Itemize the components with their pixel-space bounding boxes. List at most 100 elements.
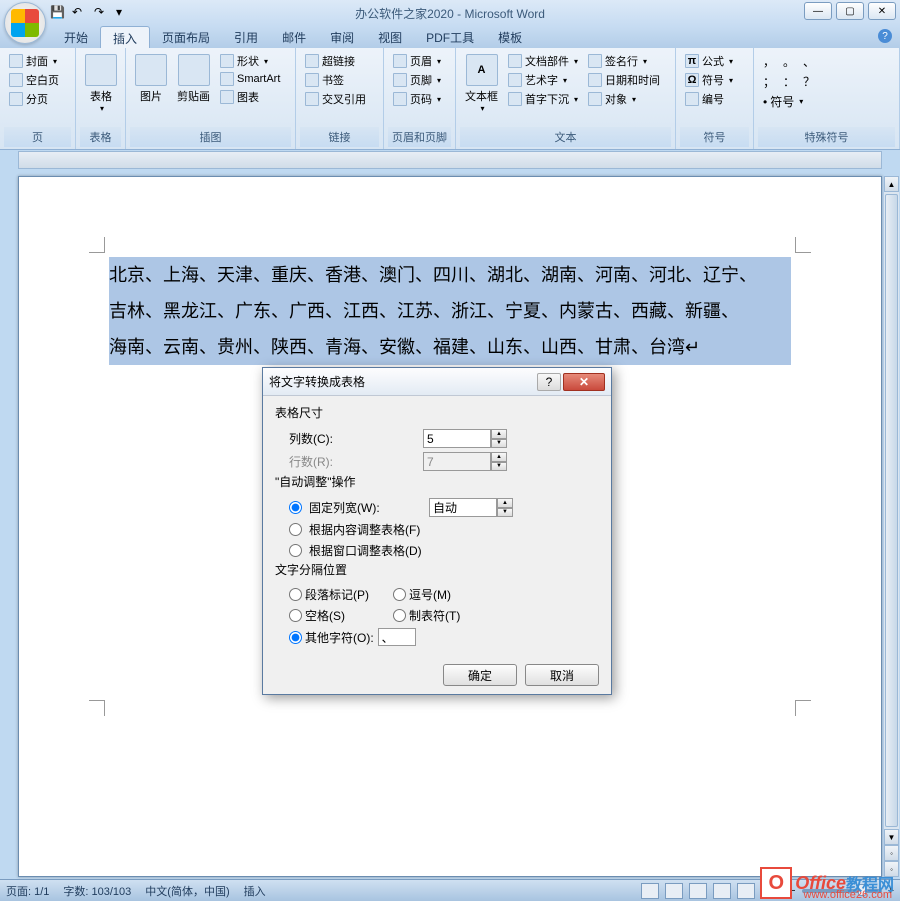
vertical-scrollbar[interactable]: ▲ ▼ ◦ ◦ bbox=[883, 176, 899, 877]
spin-up-icon[interactable]: ▲ bbox=[491, 429, 507, 439]
header-button[interactable]: 页眉▾ bbox=[390, 52, 444, 70]
smartart-icon bbox=[220, 72, 234, 86]
margin-corner-icon bbox=[795, 700, 811, 716]
tab-template[interactable]: 模板 bbox=[486, 26, 534, 48]
help-icon[interactable]: ? bbox=[878, 29, 892, 43]
table-icon bbox=[85, 54, 117, 86]
columns-input[interactable] bbox=[423, 429, 491, 448]
chart-button[interactable]: 图表 bbox=[217, 88, 283, 106]
fit-content-radio[interactable] bbox=[289, 523, 302, 536]
quickparts-icon bbox=[508, 54, 522, 68]
cover-page-button[interactable]: 封面▾ bbox=[6, 52, 62, 70]
sep-space-radio[interactable] bbox=[289, 609, 302, 622]
dialog-help-button[interactable]: ? bbox=[537, 373, 561, 391]
tab-view[interactable]: 视图 bbox=[366, 26, 414, 48]
tab-insert[interactable]: 插入 bbox=[100, 26, 150, 48]
maximize-button[interactable]: ▢ bbox=[836, 2, 864, 20]
sigline-button[interactable]: 签名行▾ bbox=[585, 52, 663, 70]
cover-page-icon bbox=[9, 54, 23, 68]
symbol-button[interactable]: Ω符号▾ bbox=[682, 71, 736, 89]
save-icon[interactable]: 💾 bbox=[50, 5, 66, 21]
tab-home[interactable]: 开始 bbox=[52, 26, 100, 48]
picture-button[interactable]: 图片 bbox=[132, 52, 170, 106]
print-layout-view-icon[interactable] bbox=[641, 883, 659, 899]
special-symbol-button[interactable]: • 符号▾ bbox=[760, 92, 818, 111]
footer-button[interactable]: 页脚▾ bbox=[390, 71, 444, 89]
wordart-button[interactable]: 艺术字▾ bbox=[505, 71, 581, 89]
prev-page-icon[interactable]: ◦ bbox=[884, 845, 899, 861]
dropcap-icon bbox=[508, 92, 522, 106]
fixed-width-radio[interactable] bbox=[289, 501, 302, 514]
word-count-status[interactable]: 字数: 103/103 bbox=[63, 883, 131, 899]
fullscreen-view-icon[interactable] bbox=[665, 883, 683, 899]
selected-text[interactable]: 北京、上海、天津、重庆、香港、澳门、四川、湖北、湖南、河南、河北、辽宁、 吉林、… bbox=[109, 257, 791, 365]
draft-view-icon[interactable] bbox=[737, 883, 755, 899]
number-button[interactable]: 编号 bbox=[682, 90, 736, 108]
pagenum-icon bbox=[393, 92, 407, 106]
object-button[interactable]: 对象▾ bbox=[585, 90, 663, 108]
office-button[interactable] bbox=[4, 2, 46, 44]
tab-pdf[interactable]: PDF工具 bbox=[414, 26, 486, 48]
sep-tab-radio[interactable] bbox=[393, 609, 406, 622]
language-status[interactable]: 中文(简体，中国) bbox=[145, 883, 229, 899]
sep-other-input[interactable] bbox=[378, 628, 416, 646]
dropcap-button[interactable]: 首字下沉▾ bbox=[505, 90, 581, 108]
sep-tab-label: 制表符(T) bbox=[409, 607, 460, 624]
smartart-button[interactable]: SmartArt bbox=[217, 71, 283, 87]
redo-icon[interactable]: ↷ bbox=[94, 5, 110, 21]
page-status[interactable]: 页面: 1/1 bbox=[6, 883, 49, 899]
page-break-icon bbox=[9, 92, 23, 106]
minimize-button[interactable]: — bbox=[804, 2, 832, 20]
cancel-button[interactable]: 取消 bbox=[525, 664, 599, 686]
spin-down-icon[interactable]: ▼ bbox=[491, 439, 507, 449]
clipart-button[interactable]: 剪贴画 bbox=[174, 52, 213, 106]
sep-para-radio[interactable] bbox=[289, 588, 302, 601]
scroll-thumb[interactable] bbox=[885, 194, 898, 827]
spin-down-icon[interactable]: ▼ bbox=[497, 508, 513, 518]
blank-page-button[interactable]: 空白页 bbox=[6, 71, 62, 89]
equation-button[interactable]: π公式▾ bbox=[682, 52, 736, 70]
sym-semi[interactable]: ； bbox=[760, 72, 778, 91]
horizontal-ruler[interactable] bbox=[18, 151, 882, 169]
table-button[interactable]: 表格▾ bbox=[82, 52, 120, 115]
scroll-down-icon[interactable]: ▼ bbox=[884, 829, 899, 845]
picture-icon bbox=[135, 54, 167, 86]
qat-more-icon[interactable]: ▾ bbox=[116, 5, 132, 21]
sym-question[interactable]: ？ bbox=[800, 72, 818, 91]
spin-up-icon[interactable]: ▲ bbox=[497, 498, 513, 508]
dialog-titlebar[interactable]: 将文字转换成表格 ? ✕ bbox=[263, 368, 611, 396]
tab-references[interactable]: 引用 bbox=[222, 26, 270, 48]
fit-window-radio[interactable] bbox=[289, 544, 302, 557]
dialog-close-button[interactable]: ✕ bbox=[563, 373, 605, 391]
outline-view-icon[interactable] bbox=[713, 883, 731, 899]
fixed-width-input[interactable] bbox=[429, 498, 497, 517]
group-label-headerfooter: 页眉和页脚 bbox=[388, 127, 451, 147]
sym-colon[interactable]: ： bbox=[780, 72, 798, 91]
datetime-button[interactable]: 日期和时间 bbox=[585, 71, 663, 89]
sym-period[interactable]: 。 bbox=[780, 52, 798, 71]
close-button[interactable]: ✕ bbox=[868, 2, 896, 20]
ok-button[interactable]: 确定 bbox=[443, 664, 517, 686]
sep-comma-radio[interactable] bbox=[393, 588, 406, 601]
tab-layout[interactable]: 页面布局 bbox=[150, 26, 222, 48]
watermark-brand1: Office bbox=[795, 873, 846, 894]
crossref-button[interactable]: 交叉引用 bbox=[302, 90, 369, 108]
group-label-illustrations: 插图 bbox=[130, 127, 291, 147]
sym-dun[interactable]: 、 bbox=[800, 52, 818, 71]
tab-review[interactable]: 审阅 bbox=[318, 26, 366, 48]
clipart-icon bbox=[178, 54, 210, 86]
web-view-icon[interactable] bbox=[689, 883, 707, 899]
insert-mode-status[interactable]: 插入 bbox=[244, 883, 266, 899]
sep-other-radio[interactable] bbox=[289, 631, 302, 644]
scroll-up-icon[interactable]: ▲ bbox=[884, 176, 899, 192]
page-break-button[interactable]: 分页 bbox=[6, 90, 62, 108]
tab-mailings[interactable]: 邮件 bbox=[270, 26, 318, 48]
hyperlink-button[interactable]: 超链接 bbox=[302, 52, 369, 70]
sym-comma[interactable]: ， bbox=[760, 52, 778, 71]
shapes-button[interactable]: 形状▾ bbox=[217, 52, 283, 70]
bookmark-button[interactable]: 书签 bbox=[302, 71, 369, 89]
undo-icon[interactable]: ↶ bbox=[72, 5, 88, 21]
pagenum-button[interactable]: 页码▾ bbox=[390, 90, 444, 108]
quickparts-button[interactable]: 文档部件▾ bbox=[505, 52, 581, 70]
textbox-button[interactable]: A文本框▾ bbox=[462, 52, 501, 115]
